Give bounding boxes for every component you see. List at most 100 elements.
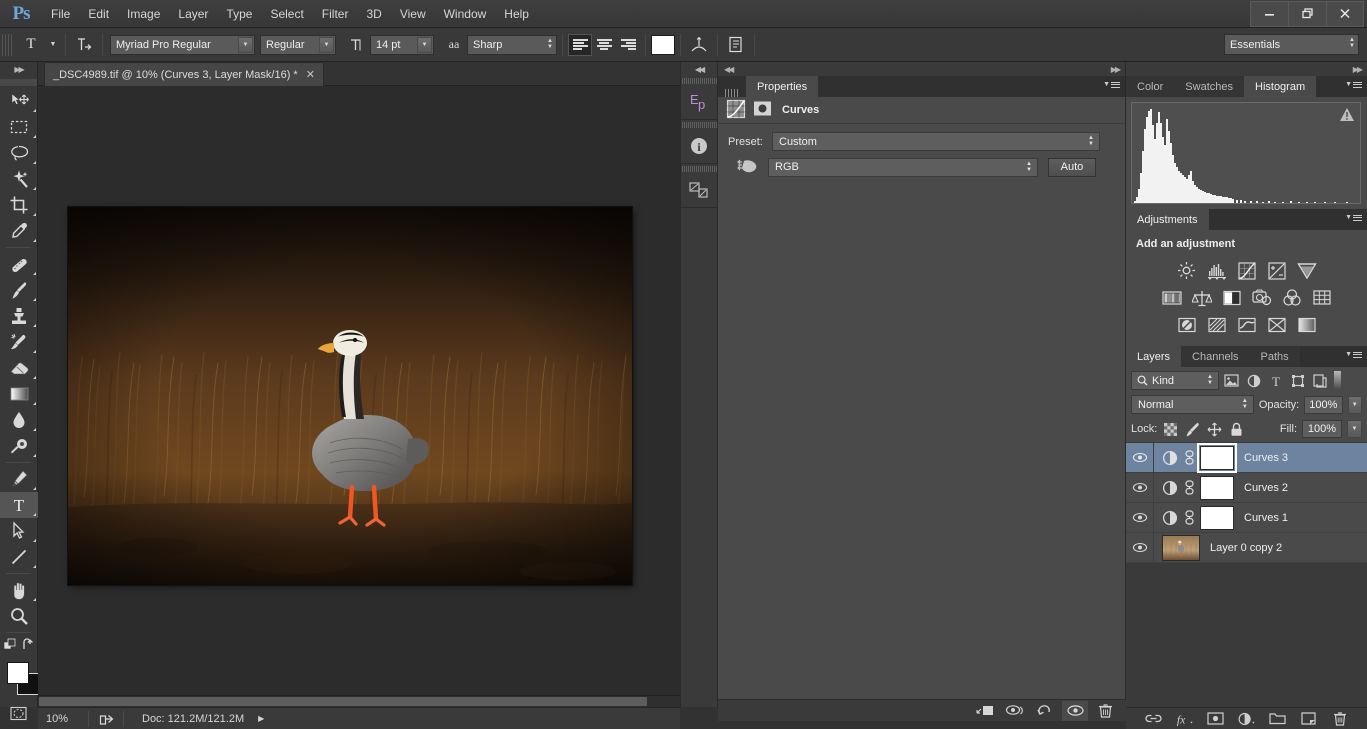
menu-help[interactable]: Help [495,0,538,28]
histogram-plot[interactable] [1131,102,1361,204]
default-colors-icon[interactable] [3,638,17,652]
filter-smartobject-icon[interactable] [1310,371,1329,390]
gradient-tool[interactable] [0,381,38,407]
font-family-select[interactable]: Myriad Pro Regular ▼ [110,34,255,55]
curves-icon[interactable] [1236,260,1257,281]
filter-shape-icon[interactable] [1288,371,1307,390]
brightness-contrast-icon[interactable] [1176,260,1197,281]
zoom-tool[interactable] [0,603,38,629]
chevron-down-icon[interactable]: ▼ [417,36,432,53]
menu-image[interactable]: Image [118,0,169,28]
lock-transparency-icon[interactable] [1162,421,1179,438]
path-selection-tool[interactable] [0,518,38,544]
brush-tool[interactable] [0,277,38,303]
collapse-right-icon[interactable]: ▶▶ [1111,65,1121,74]
hue-saturation-icon[interactable] [1161,287,1182,308]
layer-filter-kind-select[interactable]: Kind ▲ ▼ [1131,371,1219,390]
dock-item-mini-bridge[interactable]: E p [681,76,717,120]
photo-filter-icon[interactable] [1251,287,1272,308]
menu-3d[interactable]: 3D [357,0,390,28]
dock-item-info[interactable]: i [681,120,717,164]
close-icon[interactable]: ✕ [306,68,315,81]
properties-panel-grip[interactable] [718,89,746,97]
gradient-map-icon[interactable] [1296,314,1317,335]
mask-link-icon[interactable] [1182,450,1196,465]
menu-layer[interactable]: Layer [169,0,217,28]
layer-visibility-icon[interactable] [1126,442,1154,473]
fill-slider-chevron-down-icon[interactable]: ▼ [1347,420,1362,438]
close-button[interactable] [1326,0,1364,27]
table-row[interactable]: Curves 1 [1126,502,1367,533]
foreground-color-swatch[interactable] [7,662,29,684]
lock-position-icon[interactable] [1206,421,1223,438]
menu-filter[interactable]: Filter [313,0,358,28]
tab-color[interactable]: Color [1126,76,1175,97]
delete-adjustment-icon[interactable] [1092,701,1118,721]
add-layer-mask-icon[interactable] [1207,710,1225,728]
adjustment-thumbnail-icon[interactable] [1162,450,1178,466]
crop-tool[interactable] [0,192,38,218]
character-panel-icon[interactable] [723,33,749,57]
align-center-button[interactable] [592,34,616,56]
canvas-area[interactable] [38,86,680,707]
font-size-select[interactable]: 14 pt ▼ [370,34,434,55]
zoom-level[interactable]: 10% [38,713,88,725]
levels-icon[interactable] [1206,260,1227,281]
curves-adjustment-icon[interactable] [726,99,746,122]
magic-wand-tool[interactable] [0,166,38,192]
vibrance-icon[interactable] [1296,260,1317,281]
tab-swatches[interactable]: Swatches [1174,76,1244,97]
chevron-down-icon[interactable]: ▼ [319,36,334,53]
swap-colors-icon[interactable] [21,638,35,652]
filter-toggle-switch[interactable] [1334,371,1341,390]
layer-visibility-icon[interactable] [1126,472,1154,503]
spinner-icon[interactable]: ▲ ▼ [1242,398,1248,410]
type-tool[interactable]: T [0,492,38,518]
table-row[interactable]: Layer 0 copy 2 [1126,532,1367,563]
align-right-button[interactable] [616,34,640,56]
font-style-select[interactable]: Regular ▼ [260,34,336,55]
new-layer-icon[interactable] [1300,710,1318,728]
channel-select[interactable]: RGB ▲ ▼ [768,157,1038,177]
menu-window[interactable]: Window [435,0,496,28]
text-color-swatch[interactable] [651,34,675,55]
dock-grip[interactable] [681,76,717,85]
lock-all-icon[interactable] [1228,421,1245,438]
collapse-right-icon[interactable]: ▶▶ [1353,65,1363,74]
dodge-tool[interactable] [0,433,38,459]
spot-healing-brush-tool[interactable] [0,251,38,277]
layer-thumbnail[interactable] [1162,534,1200,561]
tab-channels[interactable]: Channels [1181,346,1250,367]
auto-button[interactable]: Auto [1048,157,1096,177]
pen-tool[interactable] [0,466,38,492]
exposure-icon[interactable] [1266,260,1287,281]
layer-mask-thumbnail[interactable] [1197,442,1237,473]
dock-grip[interactable] [681,164,717,173]
spinner-icon[interactable]: ▲ ▼ [1349,37,1355,49]
options-bar-grip[interactable] [2,33,12,56]
posterize-icon[interactable] [1206,314,1227,335]
tool-preset-chevron-down-icon[interactable]: ▼ [46,34,60,56]
on-image-adjust-icon[interactable] [728,157,768,177]
lock-image-icon[interactable] [1184,421,1201,438]
blur-tool[interactable] [0,407,38,433]
view-previous-state-icon[interactable] [1002,701,1028,721]
dock-grip[interactable] [681,120,717,129]
type-tool-icon[interactable]: T [16,33,46,57]
toggle-visibility-icon[interactable] [1062,700,1088,721]
selective-color-icon[interactable] [1266,314,1287,335]
warp-text-icon[interactable] [686,33,712,57]
preset-select[interactable]: Custom ▲ ▼ [772,132,1100,151]
menu-type[interactable]: Type [217,0,261,28]
workspace-select[interactable]: Essentials ▲ ▼ [1224,34,1359,55]
tab-properties[interactable]: Properties [746,76,819,97]
table-row[interactable]: Curves 2 [1126,472,1367,503]
tab-paths[interactable]: Paths [1249,346,1300,367]
black-white-icon[interactable] [1221,287,1242,308]
menu-select[interactable]: Select [261,0,312,28]
history-brush-tool[interactable] [0,329,38,355]
layer-mask-thumbnail[interactable] [1200,475,1234,500]
menu-edit[interactable]: Edit [79,0,118,28]
layer-visibility-icon[interactable] [1126,502,1154,533]
panel-menu-icon[interactable]: ▼ [1345,350,1362,359]
